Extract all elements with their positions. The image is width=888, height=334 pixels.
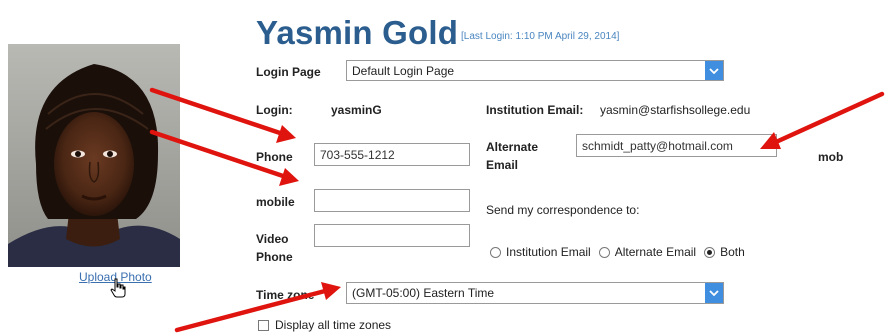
arrow-icon [760,91,885,149]
arrow-icon [174,282,341,333]
arrow-icon [149,87,296,143]
annotation-arrows [149,87,885,333]
arrow-icon [149,129,299,186]
